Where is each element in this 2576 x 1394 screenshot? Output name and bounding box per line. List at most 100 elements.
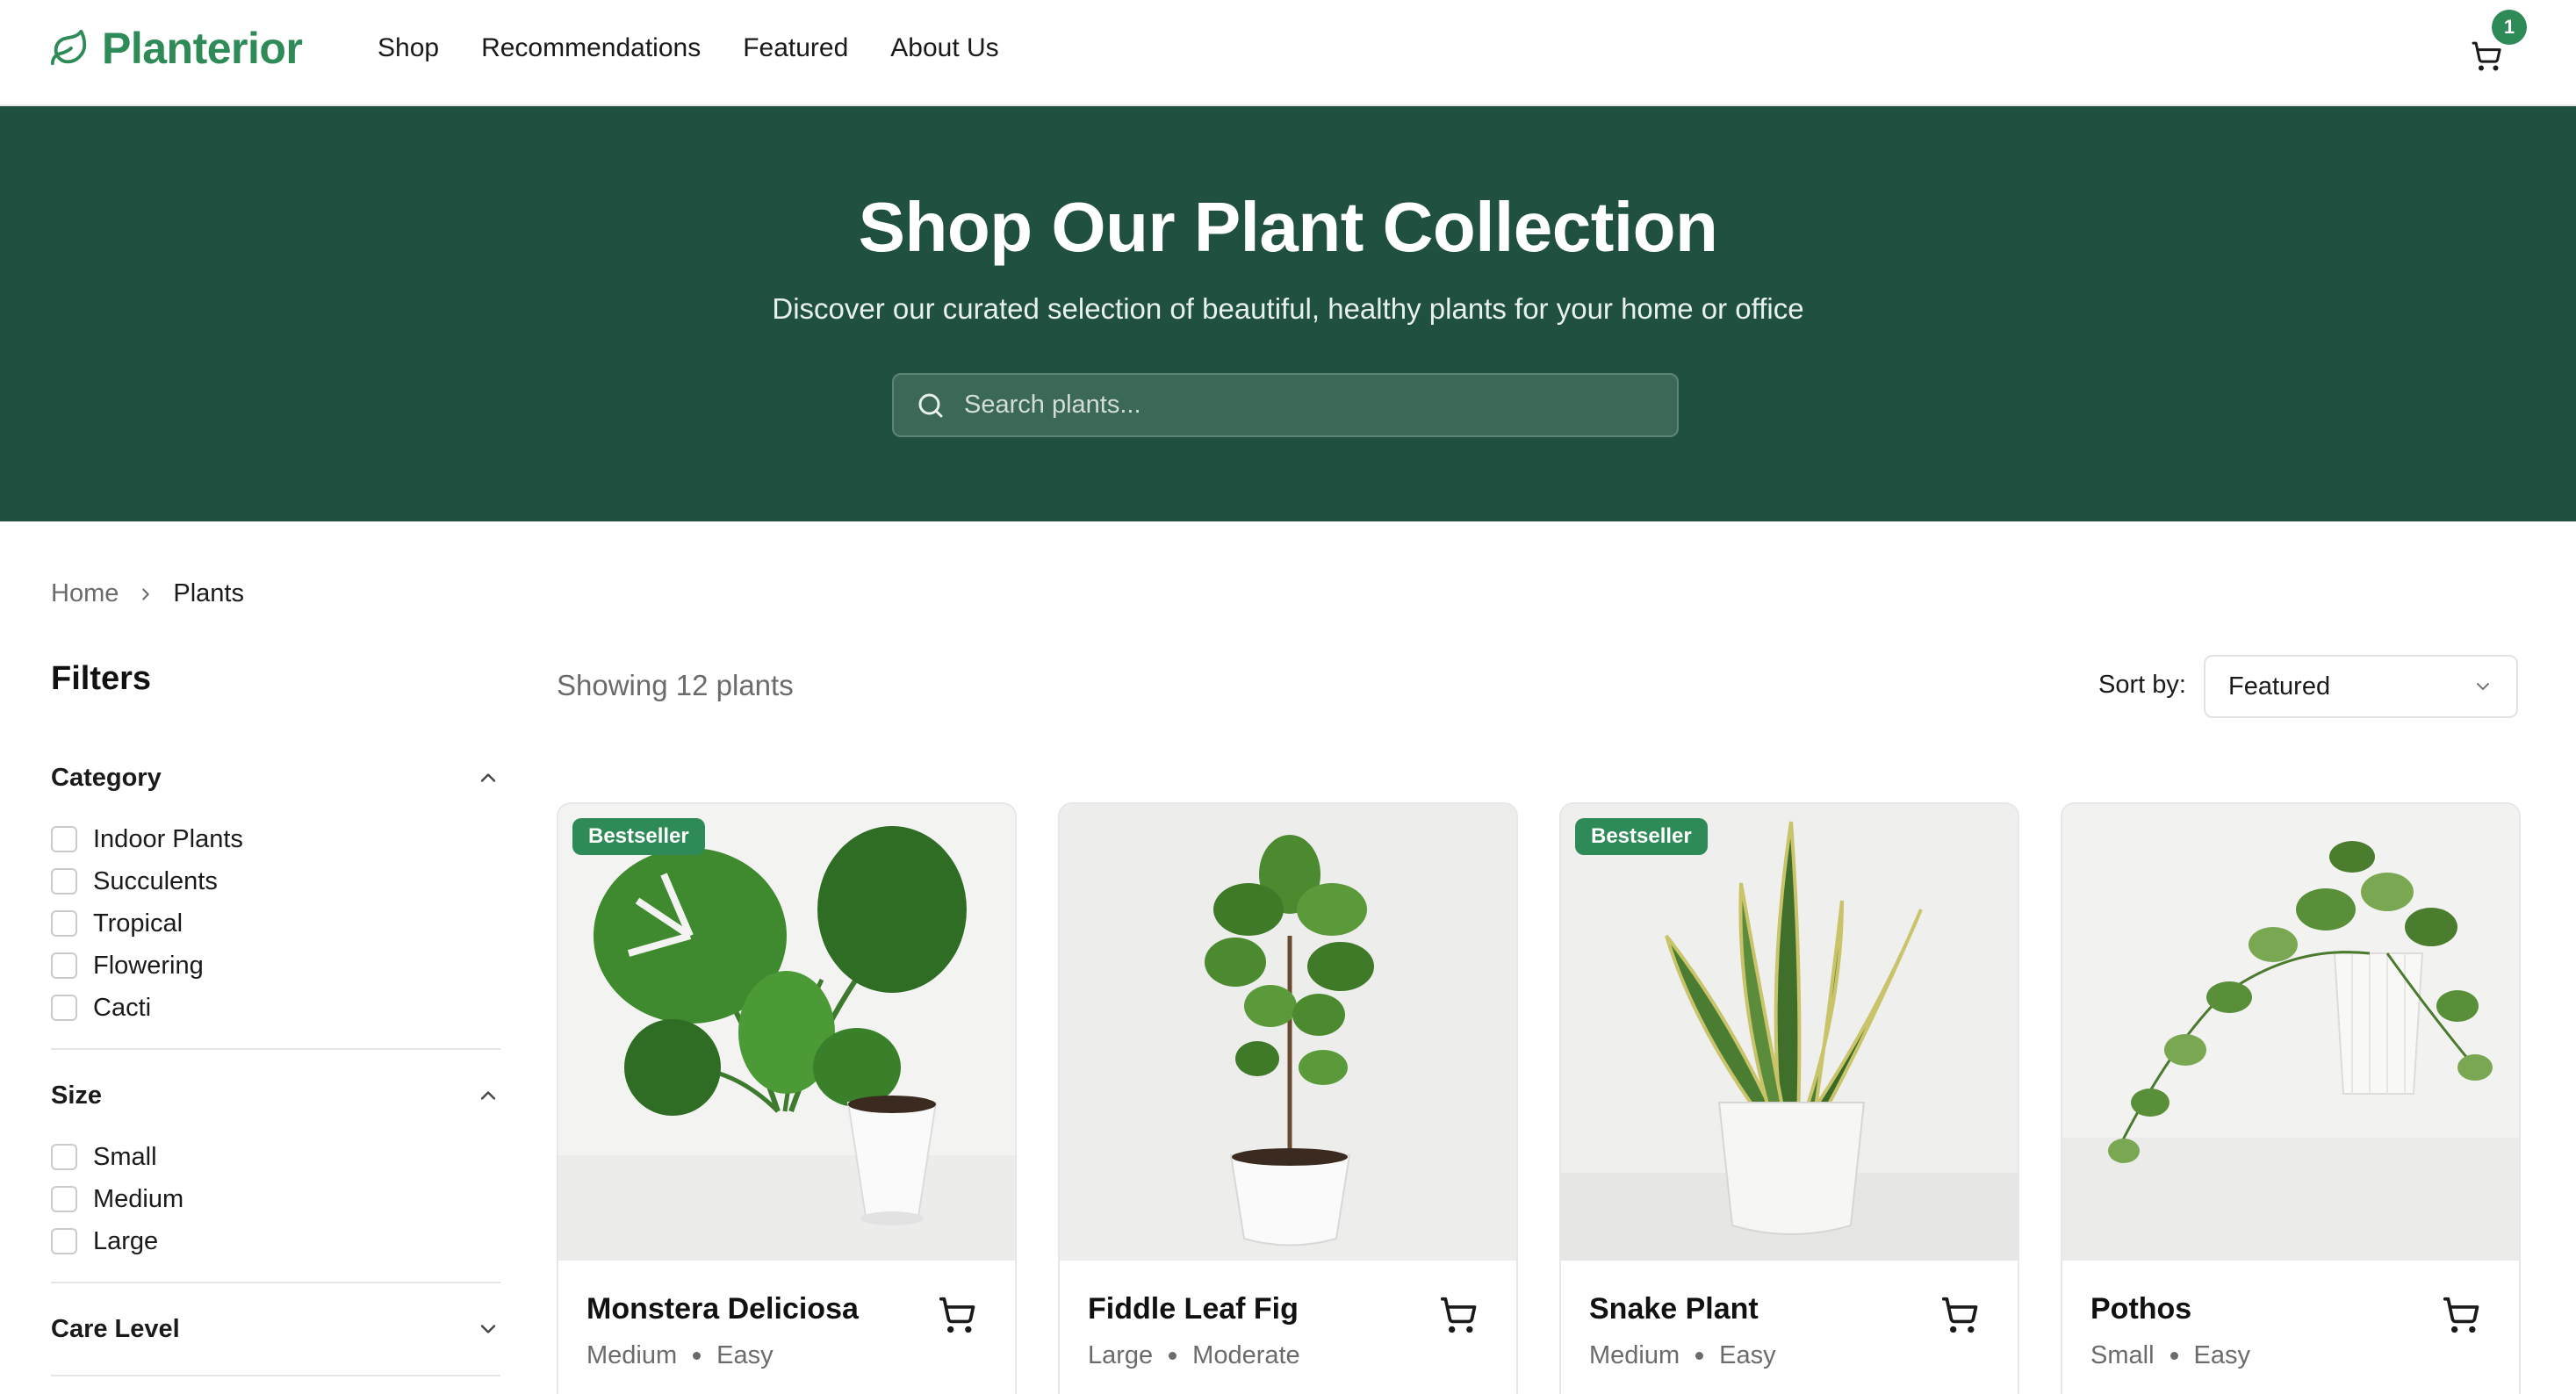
pothos-illustration — [2062, 804, 2519, 1261]
search-icon — [918, 393, 943, 417]
filter-toggle-care-level[interactable]: Care Level — [51, 1311, 500, 1347]
nav-item-recommendations[interactable]: Recommendations — [481, 33, 701, 63]
brand-logo[interactable]: Planterior — [49, 23, 303, 74]
fiddle-leaf-fig-illustration — [1060, 804, 1516, 1261]
product-name[interactable]: Snake Plant — [1589, 1292, 1759, 1326]
separator-dot — [2169, 1352, 2178, 1360]
filter-divider — [51, 1375, 500, 1376]
nav-item-featured[interactable]: Featured — [743, 33, 848, 63]
product-card-snake-plant[interactable]: Bestseller Snake Plant Medium Easy — [1559, 802, 2019, 1394]
add-to-cart-icon[interactable] — [2442, 1296, 2480, 1334]
product-size: Medium — [1589, 1341, 1680, 1369]
filter-option-label: Flowering — [93, 951, 204, 980]
chevron-up-icon — [480, 773, 496, 782]
filter-option-label: Small — [93, 1142, 157, 1171]
filter-option-medium[interactable]: Medium — [51, 1178, 500, 1220]
cart-icon — [2472, 41, 2501, 71]
add-to-cart-icon[interactable] — [938, 1296, 976, 1334]
filter-option-label: Cacti — [93, 993, 152, 1022]
checkbox[interactable] — [51, 868, 77, 895]
hero-banner: Shop Our Plant Collection Discover our c… — [0, 106, 2576, 521]
product-card-monstera-deliciosa[interactable]: Bestseller Monstera Deliciosa Medium Eas… — [557, 802, 1017, 1394]
add-to-cart-icon[interactable] — [1439, 1296, 1478, 1334]
checkbox[interactable] — [51, 1186, 77, 1212]
filter-option-large[interactable]: Large — [51, 1220, 500, 1262]
product-care-level: Easy — [2193, 1341, 2250, 1369]
product-card-pothos[interactable]: Pothos Small Easy — [2061, 802, 2521, 1394]
product-image[interactable] — [1060, 804, 1516, 1261]
checkbox[interactable] — [51, 995, 77, 1021]
product-name[interactable]: Pothos — [2090, 1292, 2191, 1326]
sort-label: Sort by: — [2098, 671, 2186, 699]
filter-group-label: Size — [51, 1081, 103, 1110]
top-navigation-bar: Planterior Shop Recommendations Featured… — [0, 0, 2576, 106]
sort-selected-value: Featured — [2228, 672, 2331, 701]
leaf-icon — [50, 29, 87, 66]
filter-option-tropical[interactable]: Tropical — [51, 902, 500, 945]
checkbox[interactable] — [51, 826, 77, 852]
product-card-fiddle-leaf-fig[interactable]: Fiddle Leaf Fig Large Moderate — [1058, 802, 1518, 1394]
separator-dot — [1695, 1352, 1704, 1360]
nav-item-about-us[interactable]: About Us — [890, 33, 998, 63]
filter-option-cacti[interactable]: Cacti — [51, 987, 500, 1029]
product-name[interactable]: Monstera Deliciosa — [586, 1292, 859, 1326]
checkbox[interactable] — [51, 1144, 77, 1170]
brand-name: Planterior — [102, 24, 303, 73]
breadcrumb-home-link[interactable]: Home — [51, 579, 119, 608]
filter-toggle-category[interactable]: Category — [51, 760, 500, 795]
search-bar[interactable] — [892, 373, 1679, 437]
filter-option-label: Indoor Plants — [93, 824, 243, 853]
product-image[interactable] — [558, 804, 1015, 1261]
product-name[interactable]: Fiddle Leaf Fig — [1088, 1292, 1299, 1326]
filter-option-label: Large — [93, 1226, 159, 1255]
product-care-level: Easy — [716, 1341, 774, 1369]
product-image[interactable] — [2062, 804, 2519, 1261]
product-meta: Small Easy — [2090, 1341, 2250, 1370]
product-meta: Medium Easy — [586, 1341, 774, 1370]
page-title: Shop Our Plant Collection — [858, 188, 1718, 266]
checkbox[interactable] — [51, 1228, 77, 1254]
separator-dot — [693, 1352, 702, 1360]
filter-option-indoor-plants[interactable]: Indoor Plants — [51, 818, 500, 860]
filter-group-care-level: Care Level — [51, 1311, 500, 1347]
filter-option-label: Succulents — [93, 866, 218, 895]
product-care-level: Moderate — [1192, 1341, 1300, 1369]
checkbox[interactable] — [51, 910, 77, 937]
product-meta: Medium Easy — [1589, 1341, 1776, 1370]
chevron-down-icon — [480, 1325, 496, 1333]
snake-plant-illustration — [1561, 804, 2018, 1261]
chevron-right-icon — [142, 587, 150, 600]
filter-option-label: Medium — [93, 1184, 184, 1213]
filter-divider — [51, 1282, 500, 1283]
breadcrumb: Home Plants — [51, 579, 244, 608]
filter-group-label: Care Level — [51, 1314, 180, 1343]
filter-option-small[interactable]: Small — [51, 1136, 500, 1178]
product-size: Medium — [586, 1341, 678, 1369]
filter-group-category: Category Indoor Plants Succulents Tropic… — [51, 760, 500, 1029]
hero-subtitle: Discover our curated selection of beauti… — [772, 292, 1804, 325]
search-input[interactable] — [964, 391, 1649, 420]
sort-select[interactable]: Featured — [2204, 655, 2518, 718]
product-meta: Large Moderate — [1088, 1341, 1300, 1370]
filter-group-size: Size Small Medium Large — [51, 1078, 500, 1262]
product-care-level: Easy — [1719, 1341, 1776, 1369]
monstera-plant-illustration — [558, 804, 1015, 1261]
nav-item-shop[interactable]: Shop — [378, 33, 439, 63]
checkbox[interactable] — [51, 952, 77, 979]
product-size: Small — [2090, 1341, 2155, 1369]
filter-toggle-size[interactable]: Size — [51, 1078, 500, 1113]
chevron-down-icon — [2477, 683, 2489, 690]
product-image[interactable] — [1561, 804, 2018, 1261]
main-nav: Shop Recommendations Featured About Us — [378, 33, 999, 63]
filter-option-succulents[interactable]: Succulents — [51, 860, 500, 902]
add-to-cart-icon[interactable] — [1940, 1296, 1979, 1334]
results-count: Showing 12 plants — [557, 669, 794, 701]
breadcrumb-current: Plants — [173, 579, 244, 607]
filter-group-label: Category — [51, 763, 162, 792]
bestseller-badge: Bestseller — [1575, 818, 1708, 855]
filter-divider — [51, 1048, 500, 1050]
filter-option-flowering[interactable]: Flowering — [51, 945, 500, 987]
filters-title: Filters — [51, 660, 152, 697]
filter-option-label: Tropical — [93, 909, 183, 938]
cart-count-badge: 1 — [2492, 10, 2527, 45]
